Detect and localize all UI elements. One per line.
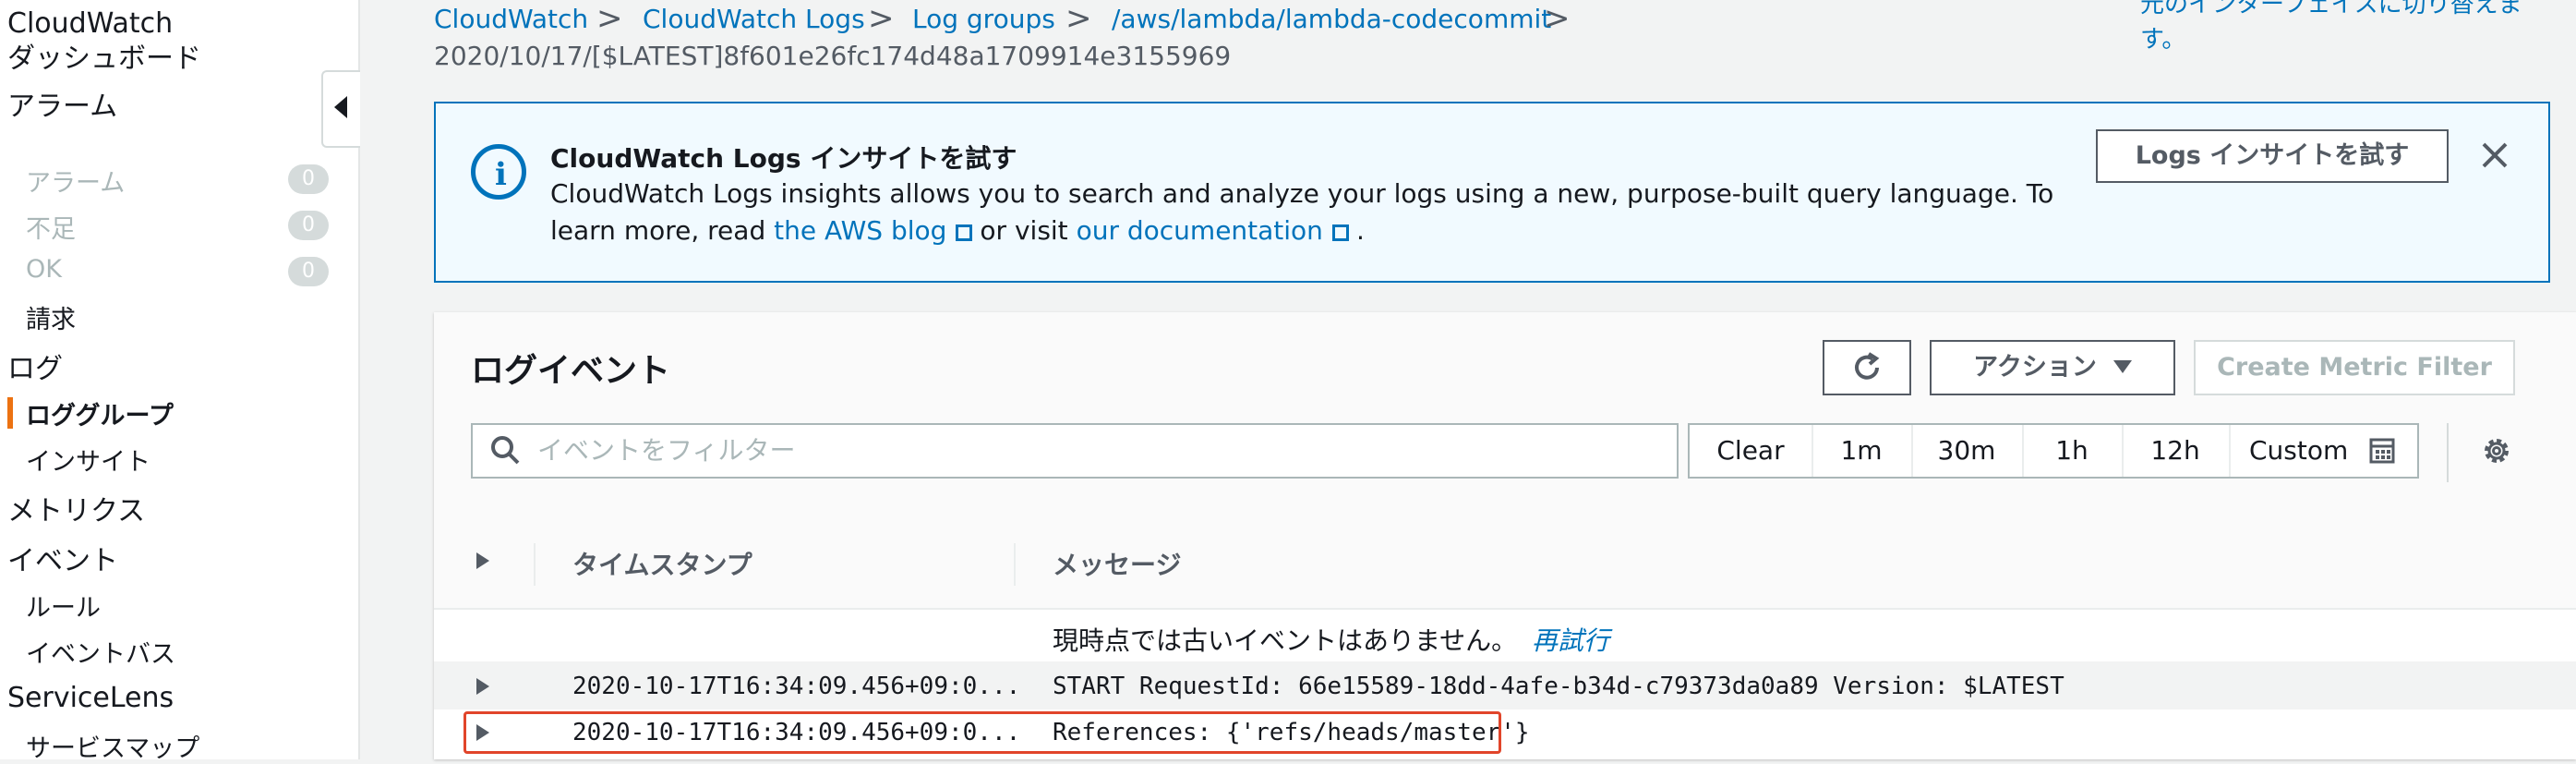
sidebar-item-service-map[interactable]: サービスマップ [26, 728, 199, 764]
row-message: START RequestId: 66e15589-18dd-4afe-b34d… [1053, 673, 2064, 700]
switch-interface-link[interactable]: 元のインターフェイスに切り替えます。 [2140, 0, 2565, 57]
range-custom[interactable]: Custom [2229, 425, 2358, 477]
sidebar-item-billing[interactable]: 請求 [26, 299, 76, 335]
sidebar-item-rules[interactable]: ルール [26, 588, 101, 624]
panel-title: ログイベント [471, 352, 671, 390]
range-clear[interactable]: Clear [1690, 425, 1813, 477]
breadcrumb-log-groups[interactable]: Log groups [912, 4, 1055, 34]
refresh-icon [1855, 352, 1880, 380]
expand-row-icon[interactable] [476, 678, 489, 695]
gear-icon[interactable] [2480, 434, 2513, 467]
calendar-icon[interactable] [2369, 438, 2395, 464]
time-range-selector: Clear 1m 30m 1h 12h Custom [1688, 423, 2419, 479]
range-1m[interactable]: 1m [1812, 425, 1913, 477]
search-icon [491, 436, 520, 465]
sidebar-item-alarm[interactable]: アラーム [26, 163, 125, 199]
sidebar: CloudWatch ダッシュボード アラーム アラーム 0 不足 0 OK 0… [0, 0, 360, 763]
banner-body: CloudWatch Logs insights allows you to s… [550, 176, 2064, 249]
sidebar-dashboard[interactable]: ダッシュボード [7, 35, 201, 76]
caret-down-icon [2113, 360, 2132, 373]
sidebar-collapse-button[interactable] [321, 70, 360, 148]
aws-blog-link[interactable]: the AWS blog [774, 215, 980, 246]
documentation-link[interactable]: our documentation [1077, 215, 1356, 246]
chevron-right-icon: > [868, 0, 895, 37]
breadcrumb-log-stream: 2020/10/17/[$LATEST]8f601e26fc174d48a170… [434, 41, 1232, 71]
row-timestamp: 2020-10-17T16:34:09.456+09:0... [572, 673, 1021, 700]
create-metric-filter-button[interactable]: Create Metric Filter [2194, 340, 2515, 395]
try-insights-button[interactable]: Logs インサイトを試す [2096, 129, 2449, 183]
range-30m[interactable]: 30m [1911, 425, 2024, 477]
ok-count-badge: 0 [288, 257, 329, 286]
breadcrumb-log-group[interactable]: /aws/lambda/lambda-codecommit [1112, 4, 1551, 34]
external-link-icon [956, 224, 973, 241]
caret-left-icon [334, 96, 347, 118]
info-icon: i [471, 144, 526, 200]
expand-all-icon[interactable] [476, 552, 489, 569]
breadcrumb-cloudwatch[interactable]: CloudWatch [434, 4, 588, 34]
active-indicator [7, 397, 13, 429]
banner-text-suffix: . [1355, 215, 1365, 246]
external-link-icon [1331, 224, 1349, 241]
sidebar-events[interactable]: イベント [7, 538, 118, 578]
actions-dropdown[interactable]: アクション [1930, 340, 2175, 395]
column-message[interactable]: メッセージ [1053, 545, 1181, 582]
sidebar-item-insights[interactable]: インサイト [26, 442, 150, 478]
banner-text-middle: or visit [980, 215, 1068, 246]
sidebar-item-ok[interactable]: OK [26, 255, 62, 284]
table-header [434, 519, 2576, 610]
column-divider [1014, 543, 1016, 586]
sidebar-servicelens[interactable]: ServiceLens [7, 682, 174, 714]
no-older-events-notice: 現時点では古いイベントはありません。 再試行 [1053, 625, 1610, 656]
sidebar-item-log-groups[interactable]: ロググループ [26, 395, 174, 431]
chevron-right-icon: > [596, 0, 623, 37]
sidebar-item-event-bus[interactable]: イベントバス [26, 634, 175, 670]
insufficient-count-badge: 0 [288, 211, 329, 240]
range-12h[interactable]: 12h [2122, 425, 2231, 477]
banner-title: CloudWatch Logs インサイトを試す [550, 143, 1017, 174]
alarm-count-badge: 0 [288, 164, 329, 194]
close-icon[interactable] [2474, 135, 2515, 176]
highlight-box [463, 711, 1501, 754]
range-1h[interactable]: 1h [2022, 425, 2124, 477]
sidebar-item-insufficient[interactable]: 不足 [26, 209, 76, 245]
column-timestamp[interactable]: タイムスタンプ [572, 545, 752, 582]
sidebar-metrics[interactable]: メトリクス [7, 488, 145, 528]
refresh-button[interactable] [1823, 340, 1911, 395]
chevron-right-icon: > [1544, 0, 1571, 37]
retry-link[interactable]: 再試行 [1532, 625, 1609, 656]
sidebar-logs[interactable]: ログ [7, 346, 63, 386]
breadcrumb-cloudwatch-logs[interactable]: CloudWatch Logs [643, 4, 865, 34]
chevron-right-icon: > [1065, 0, 1092, 37]
sidebar-alarms[interactable]: アラーム [7, 83, 117, 124]
divider [2447, 423, 2449, 482]
filter-events-input[interactable] [536, 429, 1647, 471]
column-divider [534, 543, 536, 586]
